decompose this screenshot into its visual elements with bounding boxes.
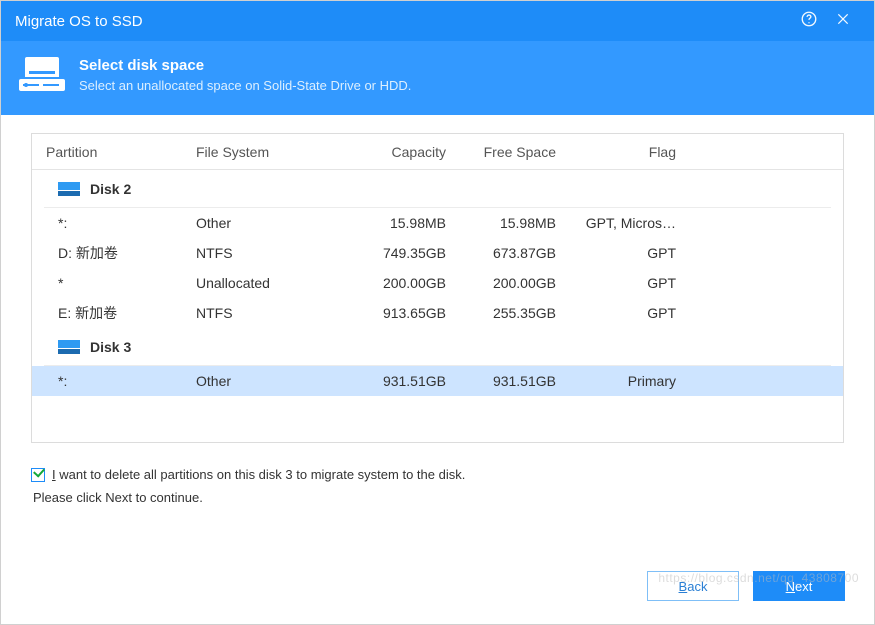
cell-freespace: 200.00GB (446, 275, 556, 291)
delete-partitions-checkbox[interactable] (31, 468, 45, 482)
partition-row[interactable]: *Unallocated200.00GB200.00GBGPT (32, 268, 843, 298)
disk-name: Disk 3 (90, 339, 131, 355)
disk-header[interactable]: Disk 2 (44, 170, 831, 208)
cell-filesystem: Unallocated (196, 275, 336, 291)
cell-capacity: 913.65GB (336, 305, 446, 321)
cell-freespace: 673.87GB (446, 245, 556, 261)
content: Partition File System Capacity Free Spac… (1, 115, 874, 453)
partition-row[interactable]: *:Other931.51GB931.51GBPrimary (32, 366, 843, 396)
window-title: Migrate OS to SSD (15, 13, 792, 30)
delete-partitions-row: I want to delete all partitions on this … (31, 467, 844, 482)
hdd-icon (58, 340, 80, 354)
banner-text: Select disk space Select an unallocated … (79, 55, 411, 93)
cell-freespace: 255.35GB (446, 305, 556, 321)
back-button[interactable]: Back (647, 571, 739, 601)
cell-filesystem: NTFS (196, 305, 336, 321)
titlebar: Migrate OS to SSD (1, 1, 874, 41)
cell-freespace: 931.51GB (446, 373, 556, 389)
cell-filesystem: Other (196, 215, 336, 231)
cell-capacity: 15.98MB (336, 215, 446, 231)
cell-capacity: 749.35GB (336, 245, 446, 261)
cell-flag: GPT, Micros… (556, 215, 676, 231)
cell-partition: *: (46, 373, 196, 389)
cell-capacity: 200.00GB (336, 275, 446, 291)
cell-partition: E: 新加卷 (46, 303, 196, 323)
col-flag: Flag (556, 144, 676, 160)
cell-filesystem: NTFS (196, 245, 336, 261)
cell-partition: * (46, 275, 196, 291)
col-filesystem: File System (196, 144, 336, 160)
col-capacity: Capacity (336, 144, 446, 160)
cell-partition: D: 新加卷 (46, 243, 196, 263)
cell-flag: GPT (556, 275, 676, 291)
col-freespace: Free Space (446, 144, 556, 160)
cell-freespace: 15.98MB (446, 215, 556, 231)
cell-flag: GPT (556, 245, 676, 261)
partition-row[interactable]: D: 新加卷NTFS749.35GB673.87GBGPT (32, 238, 843, 268)
delete-partitions-label: I want to delete all partitions on this … (52, 467, 465, 482)
partition-table: Partition File System Capacity Free Spac… (31, 133, 844, 443)
hdd-icon (58, 182, 80, 196)
banner: Select disk space Select an unallocated … (1, 41, 874, 115)
cell-filesystem: Other (196, 373, 336, 389)
col-partition: Partition (46, 144, 196, 160)
cell-flag: Primary (556, 373, 676, 389)
options-area: I want to delete all partitions on this … (1, 453, 874, 519)
banner-title: Select disk space (79, 57, 411, 74)
partition-row[interactable]: *:Other15.98MB15.98MBGPT, Micros… (32, 208, 843, 238)
instruction-text: Please click Next to continue. (33, 490, 844, 505)
disk-name: Disk 2 (90, 181, 131, 197)
disk-drive-icon (19, 55, 65, 99)
cell-flag: GPT (556, 305, 676, 321)
close-icon[interactable] (826, 11, 860, 32)
cell-partition: *: (46, 215, 196, 231)
cell-capacity: 931.51GB (336, 373, 446, 389)
next-button[interactable]: Next (753, 571, 845, 601)
help-icon[interactable] (792, 10, 826, 33)
partition-row[interactable]: E: 新加卷NTFS913.65GB255.35GBGPT (32, 298, 843, 328)
table-header: Partition File System Capacity Free Spac… (32, 134, 843, 170)
footer-buttons: Back Next (647, 571, 845, 601)
disk-header[interactable]: Disk 3 (44, 328, 831, 366)
banner-subtitle: Select an unallocated space on Solid-Sta… (79, 78, 411, 93)
